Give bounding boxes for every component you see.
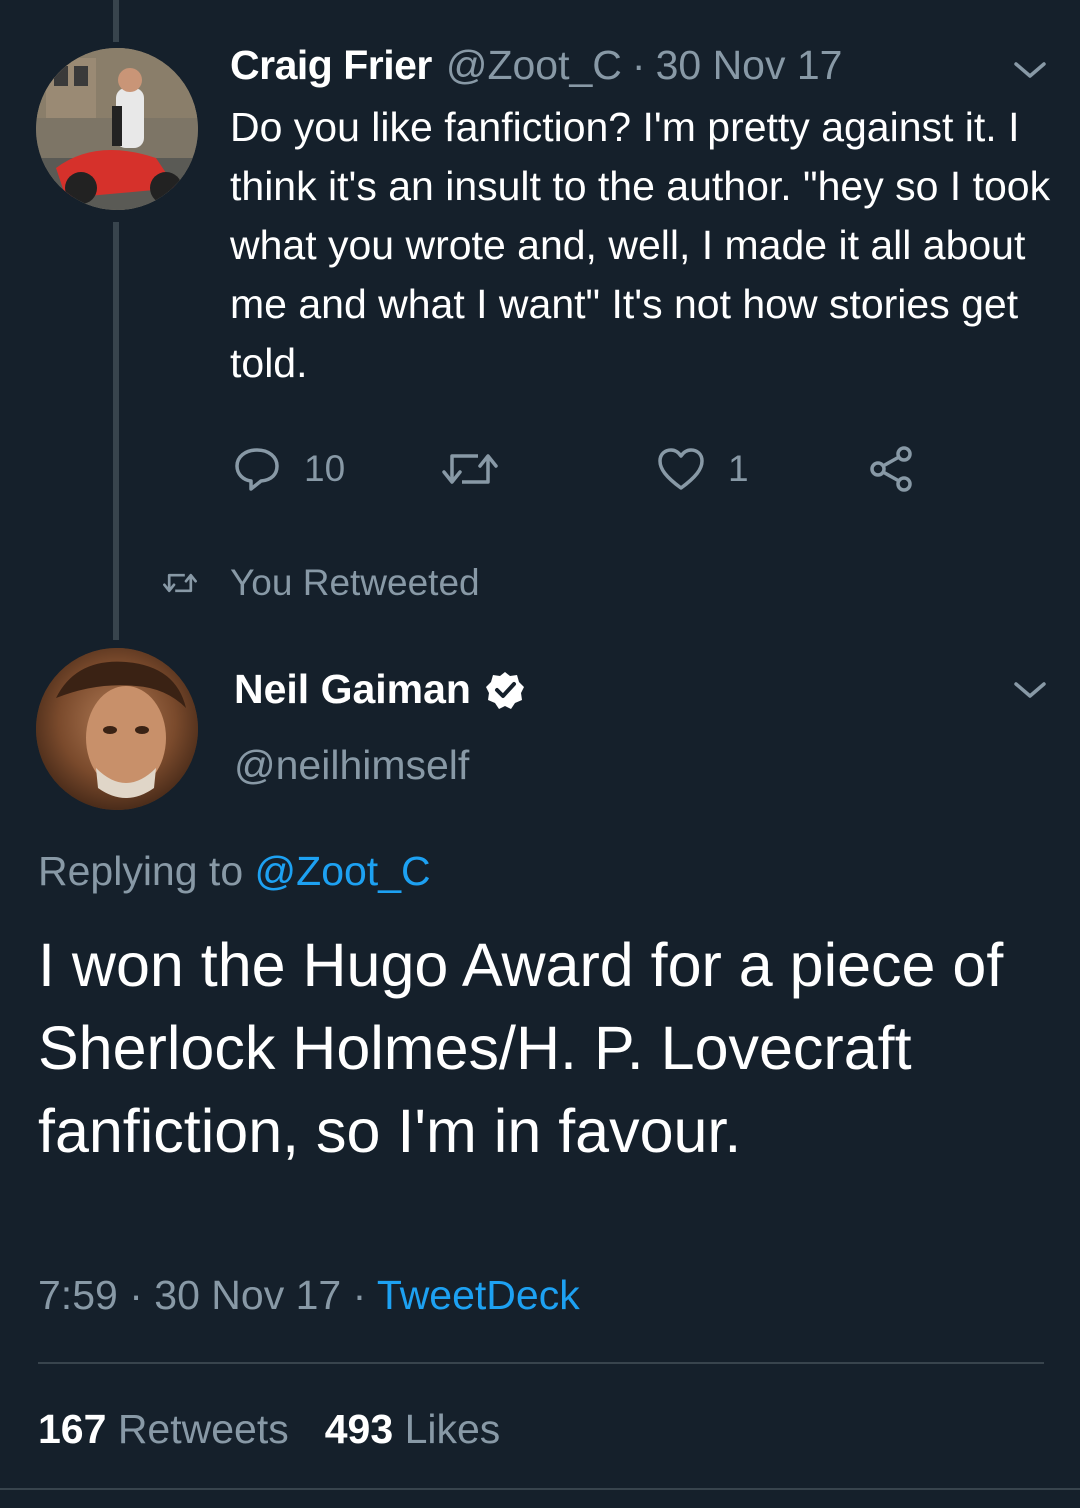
thread-line-top — [113, 0, 119, 42]
main-tweet-meta: 7:59 · 30 Nov 17 · TweetDeck — [38, 1272, 580, 1319]
you-retweeted-indicator: You Retweeted — [160, 562, 480, 604]
like-icon — [658, 448, 704, 490]
replying-to-line: Replying to @Zoot_C — [38, 848, 431, 895]
retweet-icon — [163, 573, 197, 593]
parent-author-name[interactable]: Craig Frier — [230, 42, 432, 89]
retweet-icon — [442, 454, 498, 484]
reply-icon — [235, 448, 279, 491]
share-button[interactable] — [866, 444, 916, 494]
tweet-source-link[interactable]: TweetDeck — [377, 1272, 580, 1318]
retweet-button[interactable] — [440, 444, 522, 494]
parent-tweet-date[interactable]: 30 Nov 17 — [656, 42, 843, 89]
thread-line — [113, 222, 119, 640]
main-author-name[interactable]: Neil Gaiman — [234, 666, 471, 713]
parent-author-handle[interactable]: @Zoot_C — [446, 42, 622, 89]
main-tweet-text: I won the Hugo Award for a piece of Sher… — [38, 931, 1004, 1165]
likes-label: Likes — [404, 1406, 501, 1452]
verified-badge-icon — [485, 671, 524, 709]
retweets-stat[interactable]: 167 Retweets — [38, 1406, 289, 1452]
avatar-neil-gaiman[interactable] — [36, 648, 198, 810]
likes-stat[interactable]: 493 Likes — [325, 1406, 501, 1452]
tweet-time: 7:59 — [38, 1272, 118, 1318]
like-count: 1 — [728, 448, 749, 489]
main-author-name-row: Neil Gaiman — [234, 666, 525, 713]
parent-tweet-header: Craig Frier @Zoot_C · 30 Nov 17 — [230, 42, 842, 92]
reply-button[interactable]: 10 — [232, 444, 345, 494]
chevron-down-icon[interactable] — [1012, 678, 1048, 702]
chevron-down-icon[interactable] — [1012, 58, 1048, 82]
retweets-label: Retweets — [117, 1406, 289, 1452]
parent-tweet-text: Do you like fanfiction? I'm pretty again… — [230, 104, 1051, 386]
meta-separator: · — [129, 1272, 143, 1318]
divider — [0, 1488, 1080, 1490]
tweet-date: 30 Nov 17 — [154, 1272, 342, 1318]
avatar-craig-frier[interactable] — [36, 48, 198, 210]
main-author-handle[interactable]: @neilhimself — [234, 742, 469, 789]
reply-count: 10 — [304, 448, 346, 489]
retweets-count: 167 — [38, 1406, 107, 1452]
likes-count: 493 — [324, 1406, 394, 1452]
tweet-detail-screen: Craig Frier @Zoot_C · 30 Nov 17 Do you l… — [0, 0, 1080, 1508]
meta-separator: · — [631, 42, 646, 88]
share-icon — [870, 446, 912, 492]
meta-separator: · — [352, 1272, 367, 1318]
you-retweeted-label: You Retweeted — [230, 562, 480, 603]
tweet-stats: 167 Retweets 493 Likes — [38, 1406, 500, 1453]
divider — [38, 1362, 1044, 1364]
replying-to-link[interactable]: @Zoot_C — [255, 848, 431, 894]
like-button[interactable]: 1 — [656, 444, 749, 494]
replying-to-prefix: Replying to — [38, 848, 244, 894]
